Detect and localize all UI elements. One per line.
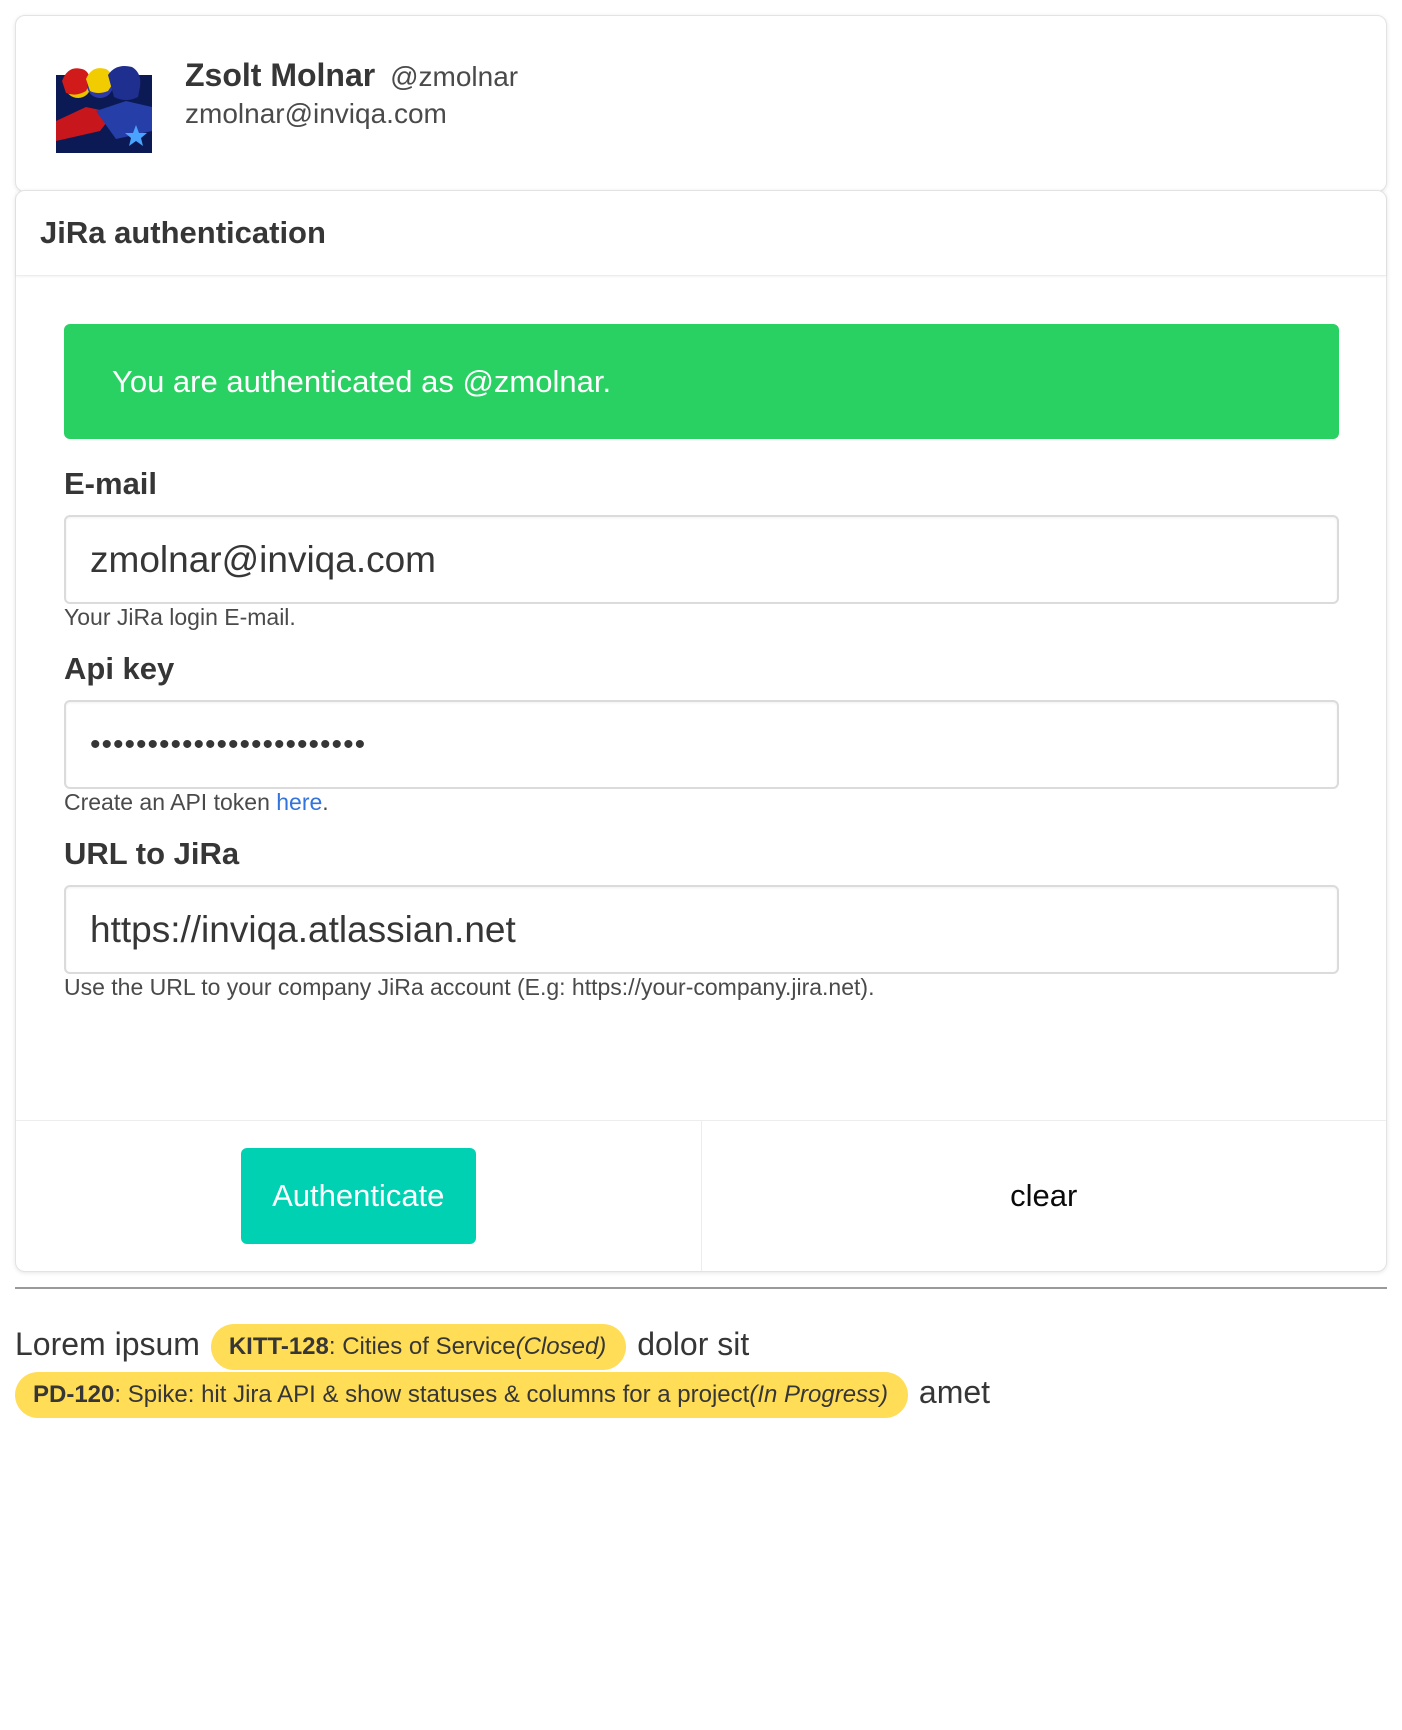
profile-card: Zsolt Molnar @zmolnar zmolnar@inviqa.com [15,15,1387,192]
avatar-image-icon [56,61,152,153]
avatar [56,61,152,153]
ticket-key: KITT-128 [228,1332,329,1360]
card-header: JiRa authentication [16,191,1386,276]
api-key-help-suffix: . [322,789,329,815]
ticket-key: PD-120 [33,1380,115,1408]
api-key-help-prefix: Create an API token [64,789,277,815]
profile-name-row: Zsolt Molnar @zmolnar [185,56,518,96]
profile-handle: @zmolnar [390,61,519,92]
auth-card: JiRa authentication You are authenticate… [15,190,1387,1272]
url-field[interactable] [64,885,1339,974]
lorem-text: amet [918,1374,991,1410]
footer-item-authenticate: Authenticate [16,1121,701,1271]
footer-item-clear[interactable]: clear [700,1121,1387,1271]
divider [15,1287,1387,1289]
lorem-line: PD-120: Spike: hit Jira API & show statu… [13,1368,1387,1418]
profile-email: zmolnar@inviqa.com [185,98,447,129]
card-body: You are authenticated as @zmolnar. E-mai… [16,276,1386,1120]
profile-info: Zsolt Molnar @zmolnar zmolnar@inviqa.com [185,56,518,132]
card-title: JiRa authentication [40,215,326,250]
lorem-paragraph: Lorem ipsum KITT-128: Cities of Service(… [13,1320,1387,1418]
api-token-link[interactable]: here [276,789,322,815]
url-help: Use the URL to your company JiRa account… [64,974,875,1000]
ticket-summary: : Spike: hit Jira API & show statuses & … [114,1380,750,1408]
email-field[interactable] [64,515,1339,604]
ticket-badge[interactable]: PD-120: Spike: hit Jira API & show statu… [15,1371,909,1418]
clear-button[interactable]: clear [1010,1178,1077,1214]
page-content: Zsolt Molnar @zmolnar zmolnar@inviqa.com… [15,15,1387,1272]
api-key-help: Create an API token here. [64,789,329,816]
success-notification: You are authenticated as @zmolnar. [64,324,1339,439]
lorem-text: dolor sit [637,1326,750,1362]
ticket-status: (In Progress) [749,1380,889,1408]
url-label: URL to JiRa [64,836,240,871]
email-label: E-mail [64,466,158,501]
ticket-status: (Closed) [515,1332,607,1360]
lorem-line: Lorem ipsum KITT-128: Cities of Service(… [15,1320,1387,1370]
ticket-summary: : Cities of Service [328,1332,516,1360]
lorem-text: Lorem ipsum [15,1326,200,1362]
email-help: Your JiRa login E-mail. [64,604,296,630]
api-key-field[interactable] [64,700,1339,789]
authenticate-button[interactable]: Authenticate [240,1148,476,1244]
card-footer: Authenticate clear [16,1120,1386,1271]
api-key-label: Api key [64,651,175,686]
profile-name: Zsolt Molnar [185,57,376,93]
ticket-badge[interactable]: KITT-128: Cities of Service(Closed) [210,1323,627,1370]
